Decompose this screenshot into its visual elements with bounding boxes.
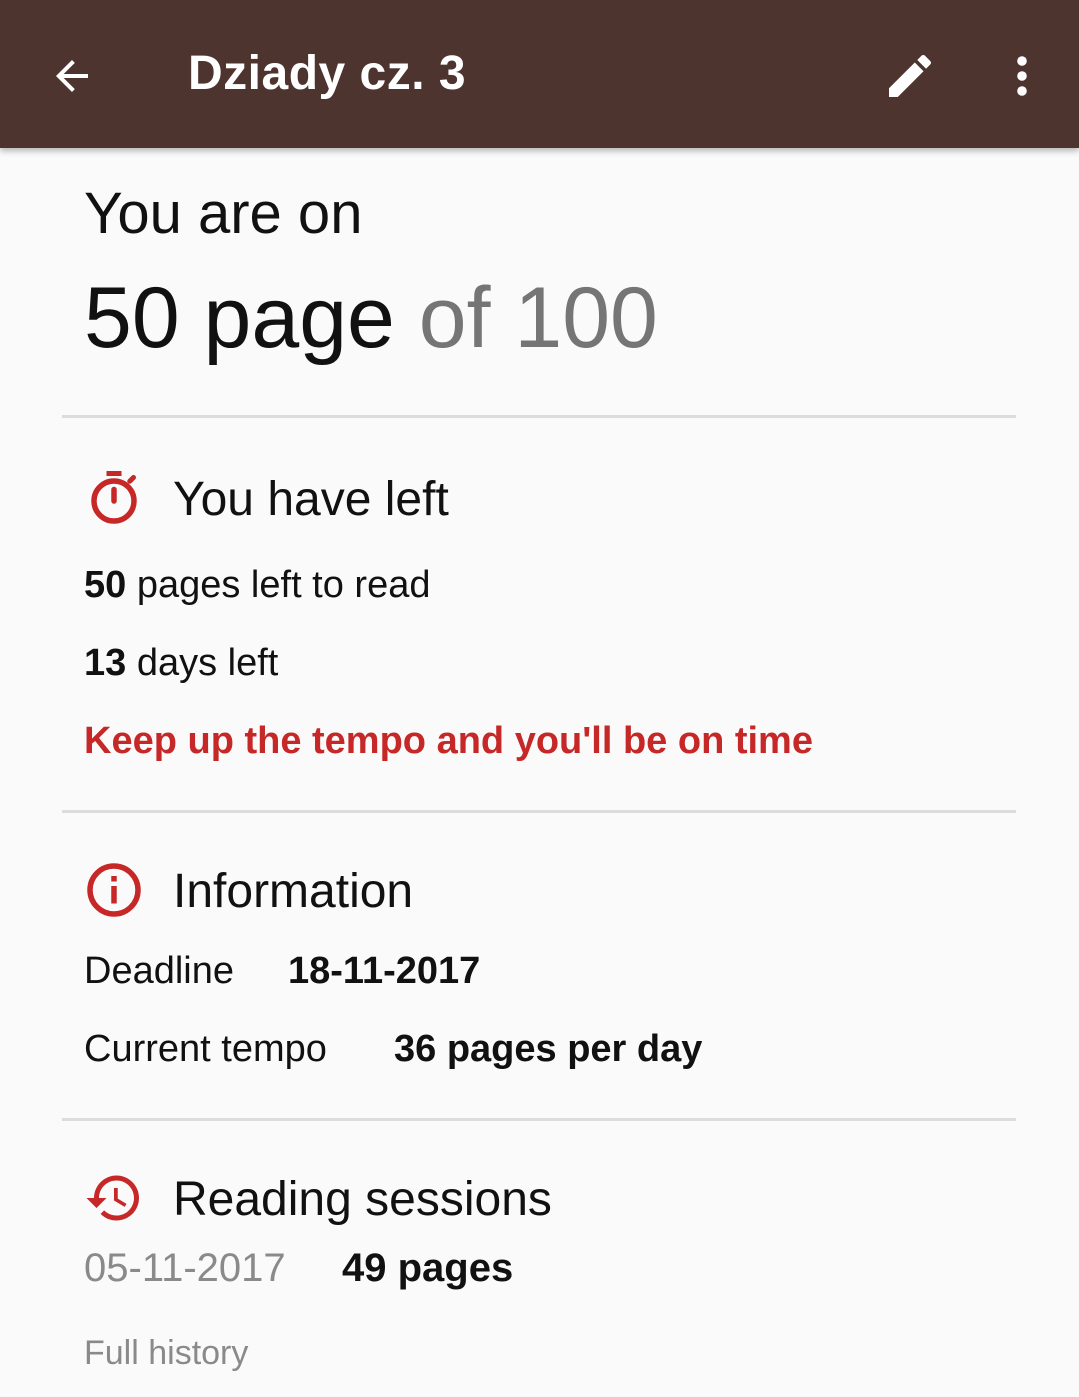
tempo-label: Current tempo [84, 1028, 327, 1070]
section-title-info: Information [173, 865, 414, 918]
section-title-left: You have left [173, 473, 449, 526]
full-history-link[interactable]: Full history [84, 1334, 248, 1373]
app-bar: Dziady cz. 3 [0, 0, 1079, 148]
current-page: 50 page [84, 270, 395, 366]
tempo-warning: Keep up the tempo and you'll be on time [84, 720, 813, 762]
stopwatch-icon [91, 471, 137, 524]
deadline-value: 18-11-2017 [288, 950, 481, 992]
page-title: Dziady cz. 3 [188, 47, 467, 100]
info-icon [87, 863, 141, 917]
divider [62, 810, 1016, 813]
pencil-icon [889, 54, 932, 97]
history-icon [86, 1175, 139, 1221]
deadline-label: Deadline [84, 950, 234, 992]
more-vert-icon [1017, 56, 1027, 96]
arrow-back-icon [56, 60, 88, 92]
divider [62, 415, 1016, 418]
section-title-sessions: Reading sessions [173, 1173, 552, 1226]
pages-left-value: 50 [84, 564, 127, 606]
tempo-value: 36 pages per day [394, 1028, 703, 1070]
divider [62, 1118, 1016, 1121]
progress-prefix: You are on [84, 181, 363, 246]
total-pages: of 100 [418, 270, 658, 366]
pages-left: 50 pages left to read [84, 564, 431, 607]
pages-left-text: pages left to read [126, 564, 431, 606]
session-date: 05-11-2017 [84, 1246, 286, 1290]
back-button[interactable] [36, 42, 108, 110]
days-left: 13 days left [84, 642, 278, 685]
session-pages: 49 pages [342, 1246, 514, 1290]
more-options-button[interactable] [992, 40, 1052, 112]
edit-button[interactable] [872, 40, 948, 112]
days-left-value: 13 [84, 642, 127, 684]
progress-line: 50 page of 100 [84, 268, 658, 368]
days-left-text: days left [126, 642, 279, 684]
